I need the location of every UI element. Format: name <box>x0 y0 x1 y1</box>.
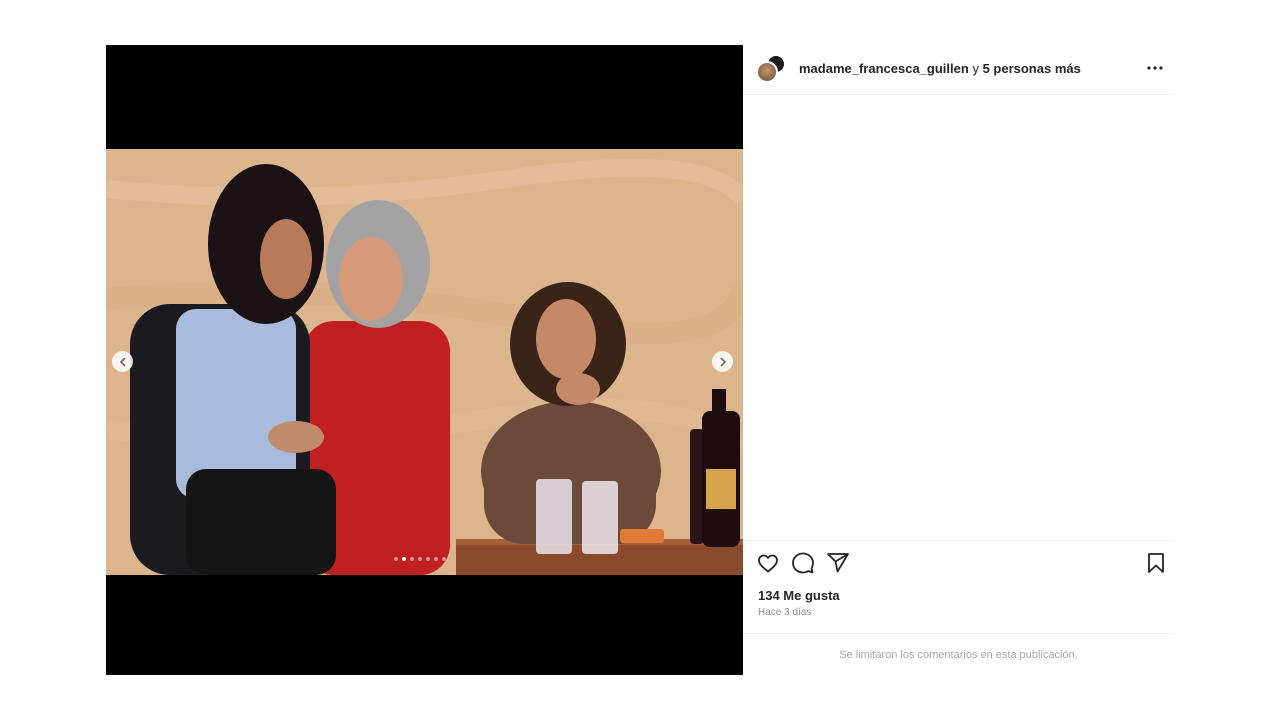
chevron-right-icon <box>720 357 726 366</box>
authors-connector: y <box>972 61 979 76</box>
post-details-panel: madame_francesca_guillen y 5 personas má… <box>743 45 1174 675</box>
heart-icon <box>758 554 778 573</box>
post-photo <box>106 149 743 575</box>
avatar[interactable] <box>756 61 778 83</box>
comment-icon <box>792 552 814 574</box>
post-timestamp[interactable]: Hace 3 días <box>758 607 811 618</box>
username-link[interactable]: madame_francesca_guillen <box>799 61 969 76</box>
post-media[interactable] <box>106 45 743 675</box>
collab-avatars[interactable] <box>756 54 786 84</box>
carousel-dot <box>442 557 446 561</box>
share-button[interactable] <box>826 551 850 575</box>
carousel-indicator <box>394 557 446 561</box>
more-options-icon <box>1147 66 1163 70</box>
carousel-prev-button[interactable] <box>112 351 133 372</box>
save-button[interactable] <box>1144 551 1168 575</box>
carousel-next-button[interactable] <box>712 351 733 372</box>
carousel-dot <box>410 557 414 561</box>
post-actions <box>743 540 1174 580</box>
carousel-dot <box>418 557 422 561</box>
collaborators-link[interactable]: 5 personas más <box>983 61 1081 76</box>
share-icon <box>827 553 849 573</box>
like-count[interactable]: 134 Me gusta <box>758 588 840 603</box>
comments-limited-notice: Se limitaron los comentarios en esta pub… <box>743 633 1174 675</box>
theatre-scene-image <box>106 149 743 575</box>
comment-button[interactable] <box>791 551 815 575</box>
bookmark-icon <box>1148 553 1164 573</box>
carousel-dot <box>426 557 430 561</box>
post-header: madame_francesca_guillen y 5 personas má… <box>743 45 1174 95</box>
carousel-dot <box>434 557 438 561</box>
like-button[interactable] <box>756 551 780 575</box>
carousel-dot <box>402 557 406 561</box>
comments-limited-text: Se limitaron los comentarios en esta pub… <box>839 648 1078 661</box>
more-options-button[interactable] <box>1145 61 1165 75</box>
post-authors: madame_francesca_guillen y 5 personas má… <box>799 61 1081 76</box>
carousel-dot <box>394 557 398 561</box>
chevron-left-icon <box>119 357 125 366</box>
